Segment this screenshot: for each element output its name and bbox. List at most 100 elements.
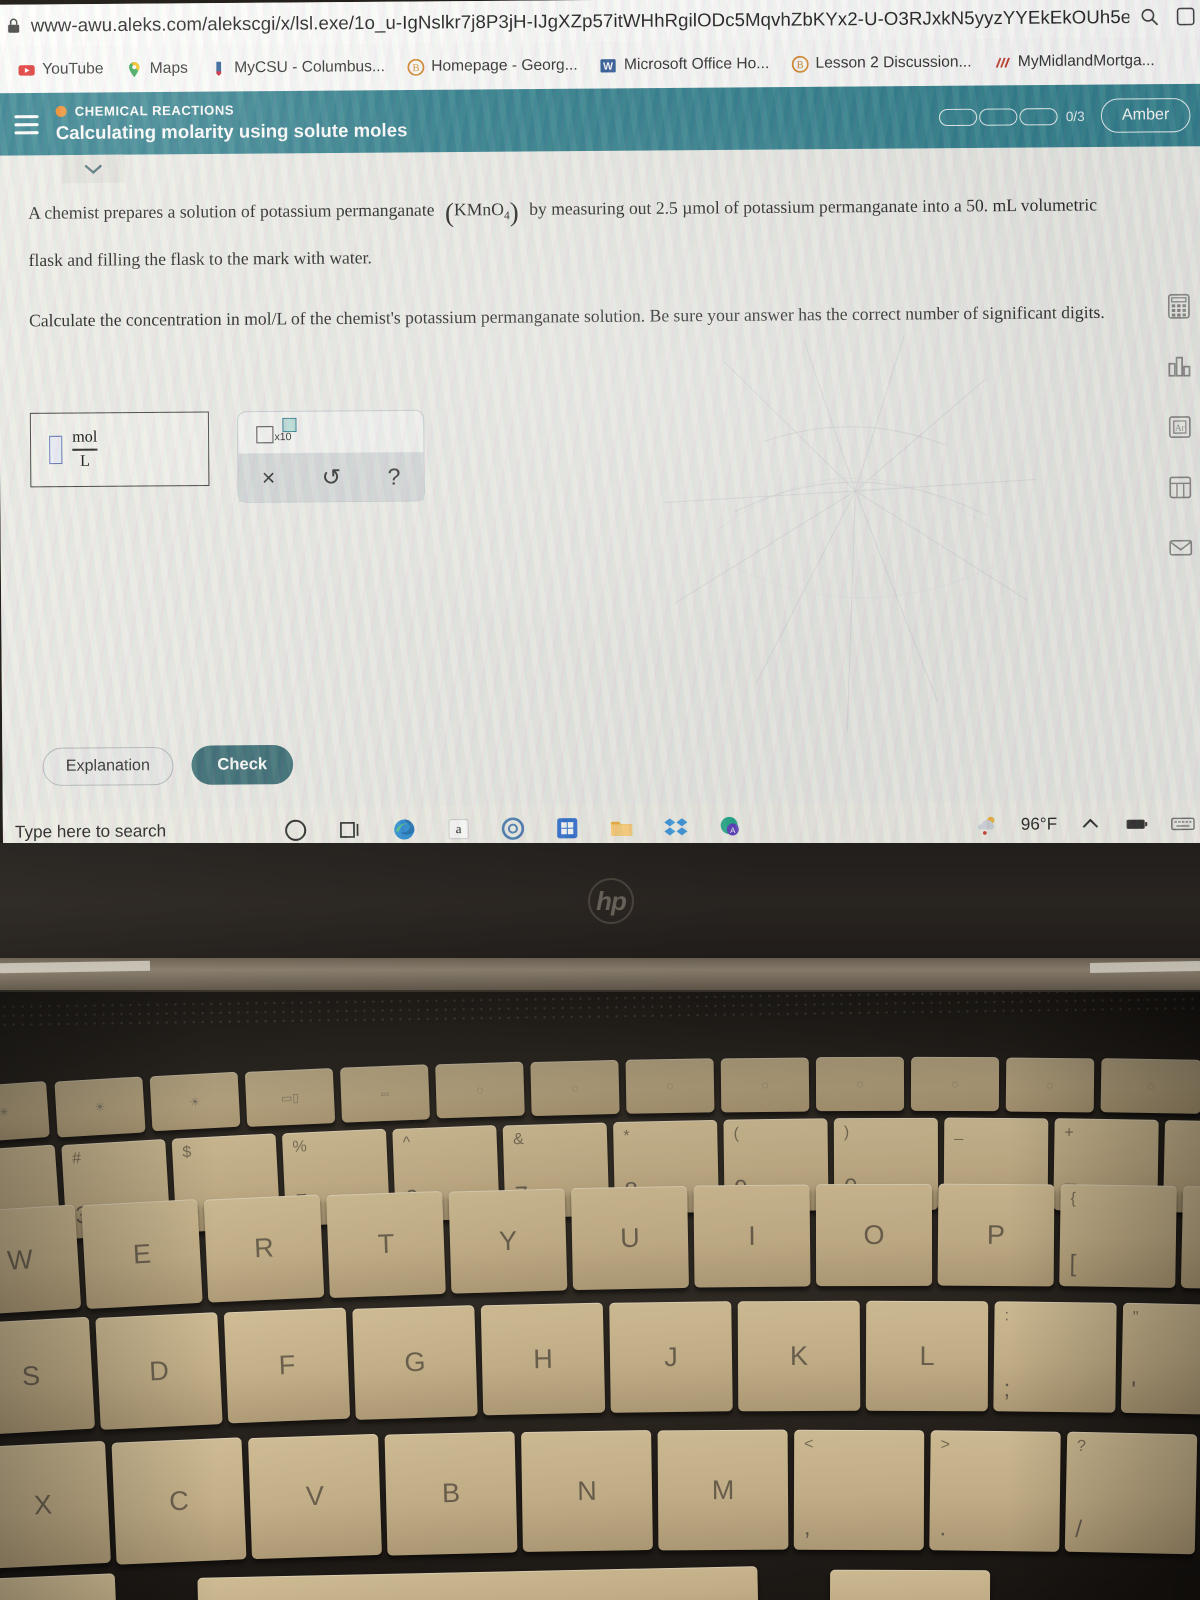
weather-icon[interactable] bbox=[974, 811, 1000, 837]
calculator-icon[interactable] bbox=[1166, 293, 1192, 319]
header-titles: CHEMICAL REACTIONS Calculating molarity … bbox=[55, 97, 940, 144]
bar-chart-icon[interactable] bbox=[1166, 353, 1192, 379]
keyboard-icon[interactable] bbox=[1170, 810, 1196, 836]
header-right: 0/3 Amber bbox=[938, 97, 1200, 134]
key-i[interactable]: I bbox=[693, 1184, 811, 1288]
key-legend-top: ) bbox=[843, 1124, 850, 1142]
key-d[interactable]: D bbox=[95, 1312, 223, 1430]
key-o[interactable]: O bbox=[815, 1183, 933, 1287]
key-ctrl-left[interactable] bbox=[0, 1573, 118, 1600]
answer-input-box[interactable]: mol L bbox=[29, 411, 210, 488]
antivirus-icon[interactable]: A bbox=[717, 813, 743, 839]
help-button[interactable]: ? bbox=[387, 463, 400, 490]
address-bar-text[interactable]: www-awu.aleks.com/alekscgi/x/lsl.exe/1o_… bbox=[31, 6, 1130, 37]
key-bracket-right[interactable] bbox=[1180, 1185, 1200, 1291]
key-legend-top: + bbox=[1064, 1124, 1074, 1142]
key-bracket-left[interactable]: {[ bbox=[1059, 1184, 1177, 1288]
periodic-table-icon[interactable]: Ar bbox=[1167, 414, 1193, 440]
edge-browser-icon[interactable] bbox=[391, 816, 417, 842]
key-fn[interactable]: ◌ bbox=[625, 1058, 715, 1114]
search-icon[interactable] bbox=[1139, 7, 1159, 27]
key-n[interactable]: N bbox=[521, 1429, 653, 1553]
key-period[interactable]: >. bbox=[929, 1430, 1061, 1552]
user-menu-button[interactable]: Amber bbox=[1100, 97, 1191, 133]
key-legend-bottom: . bbox=[939, 1514, 947, 1542]
key-legend-bottom: [ bbox=[1069, 1250, 1077, 1278]
formula-main: KMnO bbox=[453, 198, 504, 220]
key-m[interactable]: M bbox=[657, 1429, 789, 1551]
key-fn[interactable]: ◌ bbox=[435, 1061, 525, 1119]
reference-table-icon[interactable] bbox=[1167, 474, 1193, 500]
key-spacebar[interactable] bbox=[197, 1566, 759, 1600]
task-view-icon[interactable] bbox=[337, 816, 363, 842]
key-j[interactable]: J bbox=[609, 1301, 733, 1413]
key-l[interactable]: L bbox=[865, 1300, 989, 1412]
key-comma[interactable]: <, bbox=[793, 1429, 925, 1551]
cortana-circle-icon[interactable] bbox=[282, 817, 308, 843]
check-button[interactable]: Check bbox=[190, 744, 294, 785]
key-f[interactable]: F bbox=[223, 1307, 351, 1424]
microsoft-store-icon[interactable] bbox=[554, 815, 580, 841]
bookmark-mycsu[interactable]: MyCSU - Columbus... bbox=[201, 55, 394, 81]
profile-icon[interactable] bbox=[1176, 6, 1196, 26]
key-p[interactable]: P bbox=[937, 1183, 1055, 1287]
key-t[interactable]: T bbox=[326, 1190, 446, 1299]
taskbar-search-input[interactable]: Type here to search bbox=[3, 820, 275, 842]
key-quote[interactable]: " ' bbox=[1120, 1302, 1200, 1416]
key-legend-bottom: / bbox=[1074, 1515, 1083, 1543]
weather-temperature: 96°F bbox=[1020, 813, 1058, 834]
clear-button[interactable]: × bbox=[262, 464, 276, 491]
key-x[interactable]: X bbox=[0, 1440, 111, 1570]
scientific-notation-button[interactable]: x10 bbox=[256, 417, 297, 444]
collapse-panel-button[interactable] bbox=[61, 154, 125, 184]
key-e[interactable]: E bbox=[81, 1198, 203, 1310]
key-k[interactable]: K bbox=[737, 1300, 861, 1412]
answer-input-field[interactable] bbox=[49, 435, 63, 465]
key-fn[interactable]: ◌ bbox=[1005, 1057, 1095, 1113]
bookmark-office[interactable]: W Microsoft Office Ho... bbox=[591, 52, 779, 78]
chrome-icon[interactable] bbox=[500, 815, 526, 841]
key-b[interactable]: B bbox=[384, 1431, 518, 1556]
file-explorer-icon[interactable] bbox=[608, 814, 634, 840]
key-semicolon[interactable]: :; bbox=[993, 1301, 1117, 1413]
key-v[interactable]: V bbox=[248, 1433, 382, 1560]
key-fn[interactable]: ▫▫ bbox=[339, 1064, 431, 1123]
key-g[interactable]: G bbox=[352, 1305, 478, 1420]
key-legend-top: _ bbox=[954, 1123, 964, 1141]
bookmark-label: Lesson 2 Discussion... bbox=[815, 53, 972, 72]
amazon-icon[interactable]: a bbox=[445, 815, 471, 841]
bookmark-maps[interactable]: Maps bbox=[116, 56, 197, 81]
key-fn[interactable]: ◌ bbox=[720, 1057, 810, 1113]
key-s[interactable]: S bbox=[0, 1316, 96, 1436]
key-alt-right[interactable] bbox=[829, 1569, 991, 1600]
envelope-icon[interactable] bbox=[1168, 535, 1194, 561]
bookmark-mymidlandmortgage[interactable]: MyMidlandMortga... bbox=[985, 49, 1164, 75]
key-fn[interactable]: ◌ bbox=[910, 1056, 1000, 1112]
key-c[interactable]: C bbox=[111, 1437, 247, 1565]
bookmark-lesson2[interactable]: B Lesson 2 Discussion... bbox=[782, 50, 980, 76]
key-fn[interactable]: ▭▯ bbox=[244, 1068, 336, 1127]
key-w[interactable]: W bbox=[0, 1204, 82, 1316]
bookmark-youtube[interactable]: YouTube bbox=[9, 57, 113, 82]
key-y[interactable]: Y bbox=[448, 1188, 568, 1294]
key-fn[interactable]: ◌ bbox=[815, 1056, 905, 1112]
key-legend-top: & bbox=[512, 1130, 524, 1149]
key-fn[interactable]: ☀ bbox=[149, 1071, 241, 1132]
key-u[interactable]: U bbox=[571, 1185, 689, 1291]
tool-rail: Ar bbox=[1166, 293, 1194, 561]
dropbox-icon[interactable] bbox=[663, 814, 689, 840]
key-fn[interactable]: ☀ bbox=[54, 1076, 146, 1138]
key-fn[interactable]: ✳ bbox=[0, 1080, 50, 1144]
explanation-button[interactable]: Explanation bbox=[42, 746, 174, 786]
key-r[interactable]: R bbox=[203, 1194, 325, 1303]
chevron-up-icon[interactable] bbox=[1077, 810, 1103, 836]
key-slash[interactable]: ? / bbox=[1064, 1431, 1198, 1555]
key-legend-top: # bbox=[71, 1150, 82, 1168]
hamburger-menu-icon[interactable] bbox=[0, 114, 56, 134]
key-fn[interactable]: ◌ bbox=[530, 1059, 620, 1117]
undo-button[interactable]: ↺ bbox=[322, 463, 342, 490]
key-fn[interactable]: ◌ bbox=[1100, 1058, 1200, 1114]
bookmark-homepage[interactable]: B Homepage - Georg... bbox=[398, 53, 587, 79]
battery-icon[interactable] bbox=[1123, 810, 1149, 836]
key-h[interactable]: H bbox=[480, 1302, 606, 1416]
